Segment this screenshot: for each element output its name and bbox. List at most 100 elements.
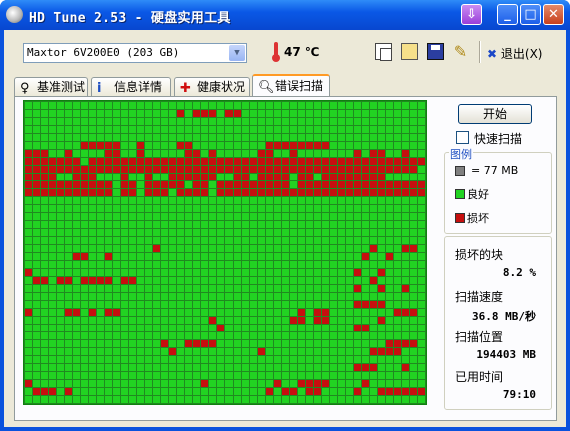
exit-button[interactable]: ✖ 退出(X) (487, 45, 542, 62)
minimize-button[interactable]: _ (497, 4, 518, 25)
good-block (353, 213, 361, 221)
good-block (249, 245, 257, 252)
bad-block (249, 181, 257, 189)
bad-block (81, 253, 89, 260)
good-block (193, 356, 201, 364)
bad-block (121, 189, 129, 197)
good-block (273, 356, 281, 364)
bad-block (401, 189, 409, 197)
good-block (361, 356, 369, 364)
close-button[interactable]: ✕ (543, 4, 564, 25)
good-block (217, 268, 225, 276)
good-block (81, 102, 89, 109)
bad-block (25, 149, 33, 157)
download-update-button[interactable]: ⇩ (461, 4, 482, 25)
good-block (289, 276, 297, 284)
good-block (137, 348, 145, 356)
good-block (225, 380, 233, 388)
copy-screen-icon[interactable] (401, 43, 418, 60)
bad-block (145, 165, 153, 173)
good-block (57, 229, 65, 237)
good-block (201, 245, 209, 252)
good-block (417, 205, 425, 213)
good-block (145, 364, 153, 372)
copy-icon[interactable] (375, 43, 392, 61)
bad-block (313, 165, 321, 173)
good-block (57, 197, 65, 205)
good-block (297, 260, 305, 268)
bad-block (377, 388, 385, 396)
good-block (217, 173, 225, 181)
good-block (281, 324, 289, 332)
bad-block (393, 189, 401, 197)
good-block (153, 380, 161, 388)
good-block (281, 229, 289, 237)
bad-block (177, 165, 185, 173)
good-block (289, 268, 297, 276)
maximize-button[interactable]: □ (520, 4, 541, 25)
good-block (233, 300, 241, 308)
good-block (161, 292, 169, 300)
legend-bad: 损坏 (467, 212, 489, 225)
bad-block (377, 284, 385, 292)
good-block (377, 356, 385, 364)
good-block (265, 197, 273, 205)
save-icon[interactable] (427, 43, 444, 60)
good-block (57, 340, 65, 348)
good-block (313, 205, 321, 213)
good-block (369, 102, 377, 109)
good-block (177, 197, 185, 205)
bad-block (169, 348, 177, 356)
good-block (145, 102, 153, 109)
bad-block (201, 340, 209, 348)
good-block (41, 316, 49, 324)
good-block (153, 396, 161, 403)
start-button[interactable]: 开始 (458, 104, 532, 124)
tab-benchmark[interactable]: ♀ 基准测试 (14, 77, 88, 96)
good-block (193, 102, 201, 109)
good-block (249, 348, 257, 356)
good-block (297, 284, 305, 292)
chevron-down-icon[interactable]: ▼ (229, 45, 245, 61)
good-block (177, 308, 185, 316)
good-block (25, 388, 33, 396)
good-block (273, 205, 281, 213)
good-block (249, 102, 257, 109)
good-block (225, 133, 233, 141)
good-block (409, 380, 417, 388)
good-block (313, 197, 321, 205)
good-block (201, 253, 209, 260)
tab-info[interactable]: i 信息详情 (91, 77, 171, 96)
good-block (385, 102, 393, 109)
title-bar[interactable]: HD Tune 2.53 - 硬盘实用工具 ⇩ _ □ ✕ (0, 0, 570, 30)
good-block (129, 221, 137, 229)
bad-block (409, 157, 417, 165)
bad-block (337, 181, 345, 189)
good-block (113, 133, 121, 141)
bad-block (377, 348, 385, 356)
bad-block (241, 157, 249, 165)
good-block (217, 109, 225, 117)
good-block (105, 197, 113, 205)
good-block (161, 276, 169, 284)
options-key-icon[interactable]: ✎ (452, 43, 469, 60)
good-block (97, 253, 105, 260)
bad-block (377, 165, 385, 173)
good-block (409, 324, 417, 332)
drive-select[interactable]: Maxtor 6V200E0 (203 GB) ▼ (23, 43, 247, 63)
good-block (185, 372, 193, 380)
good-block (361, 245, 369, 252)
good-block (249, 340, 257, 348)
bad-block (249, 189, 257, 197)
good-block (225, 332, 233, 340)
good-block (305, 102, 313, 109)
quick-scan-checkbox[interactable] (456, 131, 469, 144)
bad-block (233, 181, 241, 189)
bad-block (89, 308, 97, 316)
good-block (289, 340, 297, 348)
bad-block (265, 157, 273, 165)
tab-error-scan[interactable]: 🔍︎ 错误扫描 (252, 74, 330, 97)
tab-health[interactable]: ✚ 健康状况 (174, 77, 250, 96)
bad-block (377, 316, 385, 324)
good-block (153, 197, 161, 205)
